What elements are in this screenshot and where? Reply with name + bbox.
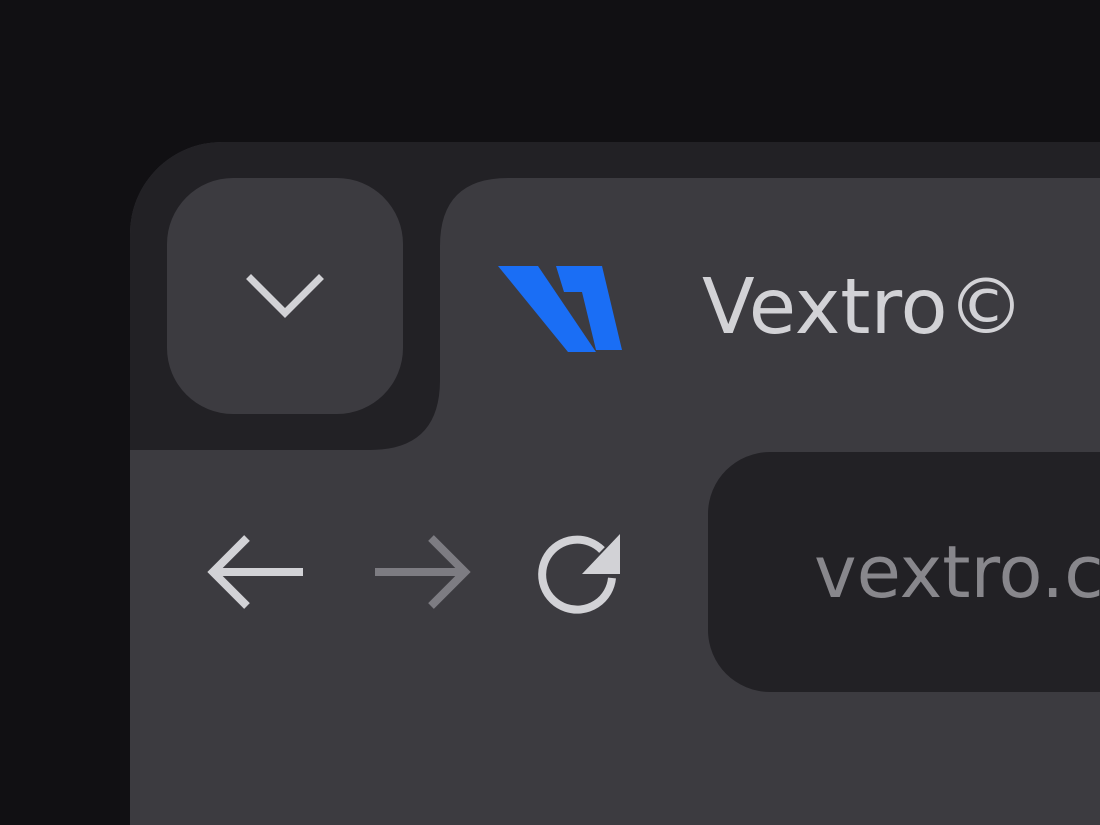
chevron-down-icon — [246, 274, 324, 318]
reload-button[interactable] — [525, 517, 635, 627]
address-bar[interactable]: vextro.c — [708, 452, 1100, 692]
arrow-left-icon — [207, 535, 303, 609]
forward-button[interactable] — [366, 517, 476, 627]
tab-title: Vextro© — [702, 263, 1025, 352]
browser-window: Vextro© vextro.c — [130, 142, 1100, 825]
tab-menu-button[interactable] — [167, 178, 403, 414]
reload-icon — [538, 534, 620, 614]
back-button[interactable] — [202, 517, 312, 627]
active-tab[interactable]: Vextro© — [440, 178, 1100, 418]
address-bar-url: vextro.c — [814, 530, 1100, 614]
arrow-right-icon — [375, 535, 471, 609]
vextro-logo-icon — [498, 266, 622, 352]
